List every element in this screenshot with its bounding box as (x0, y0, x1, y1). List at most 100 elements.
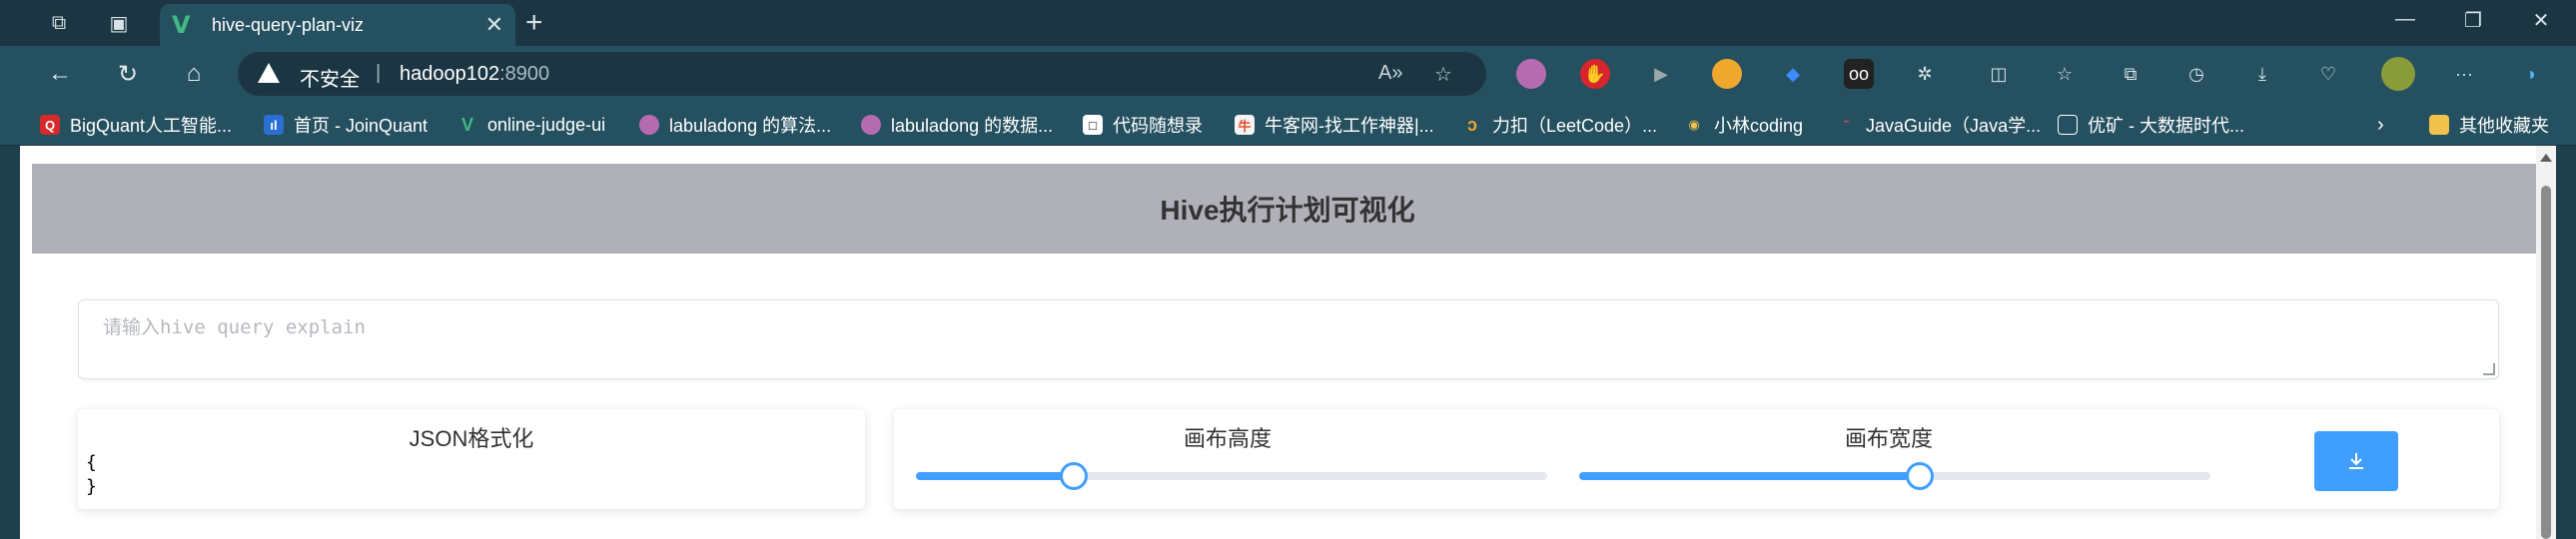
slider-knob[interactable] (1060, 462, 1088, 490)
canvas-controls-card: 画布高度 画布宽度 (894, 409, 2499, 509)
bookmark-label: labuladong 的数据... (891, 116, 1054, 136)
new-tab-icon[interactable]: + (525, 6, 543, 40)
read-aloud-icon[interactable]: A» (1378, 62, 1402, 85)
browser-window: ⧉ ▣ V hive-query-plan-viz ✕ + — ❐ ✕ ← ↻ … (0, 0, 2576, 539)
xiaolin-icon: ◉ (1688, 117, 1700, 132)
labuladong-icon (639, 115, 659, 135)
bookmark-label: BigQuant人工智能... (70, 116, 233, 136)
nowcoder-icon: 牛 (1235, 115, 1255, 135)
canvas-height-slider[interactable] (916, 462, 1547, 490)
favorites-icon[interactable]: ☆ (2050, 59, 2080, 89)
bookmark-labuladong-algo[interactable]: labuladong 的算法... (639, 113, 831, 137)
extension-icon[interactable] (1516, 59, 1546, 89)
address-separator: | (376, 62, 382, 84)
bookmark-joinquant[interactable]: ıl 首页 - JoinQuant (264, 113, 428, 137)
scroll-up-icon[interactable] (2540, 154, 2552, 162)
bookmark-label: 牛客网-找工作神器|... (1265, 116, 1434, 136)
labuladong-icon (861, 115, 881, 135)
download-button[interactable] (2314, 431, 2398, 491)
page-scrollbar[interactable] (2536, 146, 2556, 539)
resize-handle-icon[interactable] (2483, 363, 2495, 375)
bookmark-label: JavaGuide（Java学... (1866, 116, 2042, 136)
performance-icon[interactable]: ♡ (2313, 59, 2343, 89)
page-header: Hive执行计划可视化 (32, 164, 2543, 254)
leetcode-icon: ↄ (1466, 114, 1477, 135)
more-menu-icon[interactable]: ··· (2449, 59, 2479, 89)
bookmark-label: 其他收藏夹 (2459, 116, 2549, 136)
bookmark-label: 小林coding (1714, 116, 1804, 136)
url-port: :8900 (499, 63, 550, 85)
json-line: } (86, 476, 97, 497)
bookmark-label: labuladong 的算法... (669, 116, 832, 136)
bookmarks-bar: Q BigQuant人工智能... ıl 首页 - JoinQuant Vonlin… (0, 102, 2576, 146)
adblock-icon[interactable]: ✋ (1580, 59, 1610, 89)
bookmark-label: 优矿 - 大数据时代... (2088, 116, 2244, 136)
bookmark-bigquant[interactable]: Q BigQuant人工智能... (40, 113, 232, 137)
home-icon[interactable]: ⌂ (178, 58, 210, 90)
json-output: {} (86, 451, 97, 499)
profile-avatar[interactable] (2381, 57, 2415, 91)
history-icon[interactable]: ◷ (2181, 59, 2211, 89)
tab-actions-icon[interactable]: ▣ (104, 8, 134, 38)
minimize-icon[interactable]: — (2385, 8, 2425, 31)
restore-icon[interactable]: ❐ (2453, 8, 2493, 33)
carl-icon: □ (1083, 115, 1103, 135)
play-icon[interactable]: ▶ (1646, 59, 1676, 89)
collections-icon[interactable]: ⧉ (2116, 59, 2146, 89)
scroll-thumb[interactable] (2541, 186, 2551, 539)
slider-knob[interactable] (1906, 462, 1935, 490)
url-text[interactable]: hadoop102:8900 (400, 63, 549, 86)
query-input-box (78, 299, 2499, 379)
page-viewport: Hive执行计划可视化 JSON格式化 {} 画布高度 画布宽度 (20, 146, 2556, 539)
json-line: { (86, 452, 97, 473)
active-tab[interactable]: V hive-query-plan-viz ✕ (160, 4, 515, 46)
downloads-icon[interactable]: ⤓ (2247, 59, 2277, 89)
extensions-puzzle-icon[interactable]: ✲ (1910, 59, 1940, 89)
warning-icon[interactable] (258, 63, 280, 85)
bookmarks-more-icon[interactable]: › (2377, 113, 2384, 137)
back-icon[interactable]: ← (44, 58, 76, 90)
insecure-label[interactable]: 不安全 (300, 63, 360, 92)
tab-bar: ⧉ ▣ V hive-query-plan-viz ✕ + — ❐ ✕ (0, 0, 2576, 46)
page-title: Hive执行计划可视化 (1160, 195, 1415, 226)
bigquant-icon: Q (40, 115, 60, 135)
canvas-height-label: 画布高度 (1184, 426, 1273, 451)
workspaces-icon[interactable]: ⧉ (44, 8, 74, 38)
bookmark-online-judge[interactable]: Vonline-judge-ui (457, 113, 605, 137)
json-format-card: JSON格式化 {} (78, 409, 865, 509)
bookmark-nowcoder[interactable]: 牛牛客网-找工作神器|... (1235, 113, 1434, 137)
slider-fill (916, 472, 1074, 480)
bookmark-javaguide[interactable]: ˜ JavaGuide（Java学... (1836, 113, 2041, 137)
bookmark-labuladong-data[interactable]: labuladong 的数据... (861, 113, 1053, 137)
split-screen-icon[interactable]: ◫ (1984, 59, 2014, 89)
bookmark-other-favorites[interactable]: 其他收藏夹 (2429, 113, 2549, 137)
address-bar[interactable]: 不安全 | hadoop102:8900 A» ☆ (238, 52, 1486, 96)
page-icon (2058, 115, 2078, 135)
tab-close-icon[interactable]: ✕ (485, 12, 503, 38)
url-host: hadoop102 (400, 63, 500, 85)
extension-glasses-icon[interactable]: oo (1844, 59, 1874, 89)
query-explain-input[interactable] (79, 300, 2498, 378)
bookmark-xiaolin[interactable]: ◉ 小林coding (1684, 113, 1803, 137)
refresh-icon[interactable]: ↻ (112, 58, 144, 90)
vue-icon: V (460, 114, 473, 135)
bookmark-label: 首页 - JoinQuant (294, 116, 429, 136)
tab-title: hive-query-plan-viz (212, 15, 365, 35)
javaguide-icon: ˜ (1843, 117, 1849, 133)
bookmark-programmercarl[interactable]: □ 代码随想录 (1083, 113, 1203, 137)
extension-shield-icon[interactable]: ◆ (1778, 59, 1808, 89)
copilot-icon[interactable]: ◗ (2517, 59, 2547, 89)
extension-color-icon[interactable] (1712, 59, 1742, 89)
close-window-icon[interactable]: ✕ (2521, 8, 2561, 33)
bookmark-label: online-judge-ui (487, 114, 606, 135)
canvas-width-slider[interactable] (1579, 462, 2210, 490)
favorite-star-icon[interactable]: ☆ (1434, 62, 1452, 87)
json-card-title: JSON格式化 (409, 426, 534, 451)
bookmark-label: 代码随想录 (1113, 116, 1203, 136)
bookmark-label: 力扣（LeetCode）... (1492, 116, 1658, 136)
address-toolbar: ← ↻ ⌂ 不安全 | hadoop102:8900 A» ☆ ✋ ▶ ◆ oo… (0, 46, 2576, 102)
slider-fill (1579, 472, 1921, 480)
download-icon (2349, 453, 2363, 469)
bookmark-uqer[interactable]: 优矿 - 大数据时代... (2058, 113, 2244, 137)
bookmark-leetcode[interactable]: ↄ 力扣（LeetCode）... (1462, 113, 1657, 137)
